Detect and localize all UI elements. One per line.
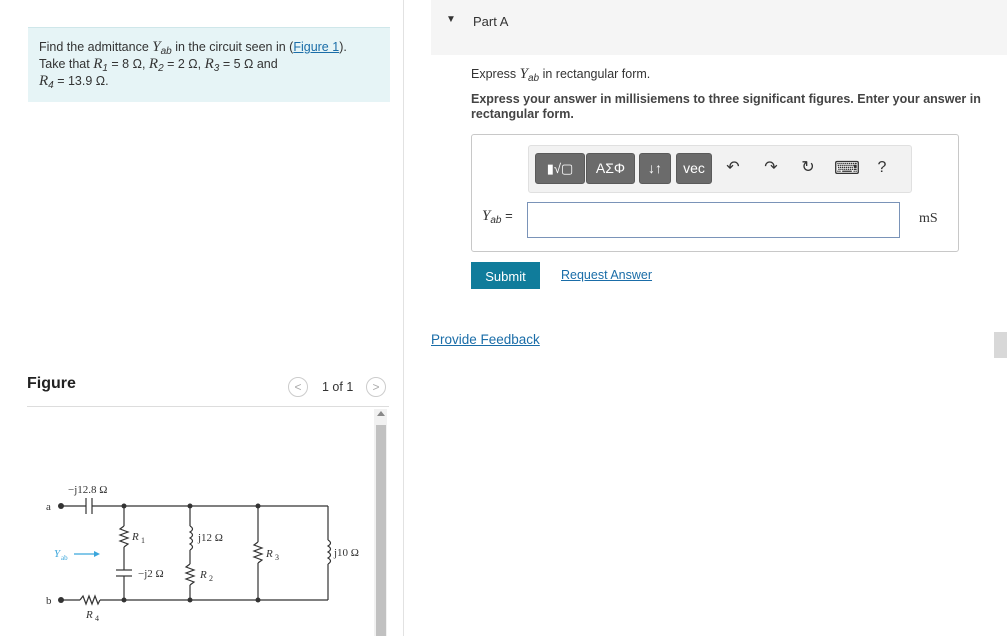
node-a-label: a [46,501,51,513]
instruction-part: in rectangular form. [539,67,651,81]
symbol-ab: ab [160,46,172,57]
problem-statement: Find the admittance Yab in the circuit s… [28,27,390,102]
r4-label: R [85,609,93,621]
greek-symbols-button[interactable]: ΑΣΦ [586,153,635,184]
scroll-up-icon[interactable] [377,411,385,416]
symbol-y: Y [152,39,161,55]
redo-icon[interactable]: ↷ [760,157,782,179]
symbol-ab: ab [527,73,540,84]
r3-label: R [265,548,273,560]
problem-text-part: Take that [39,57,94,71]
circuit-diagram: a b −j12.8 Ω R 1 −j2 Ω j12 Ω R 2 R 3 j10… [46,484,359,623]
problem-text-part: Find the admittance [39,40,153,54]
node-b-label: b [46,595,52,607]
problem-text: Find the admittance Yab in the circuit s… [39,39,384,92]
r2-label: R [199,569,207,581]
part-a-title: Part A [473,14,509,29]
math-toolbar: ▮√▢ ΑΣΦ ↓↑ vec ↶ ↷ ↻ ⌨ ? [528,145,912,193]
ind1-label: j12 Ω [197,532,223,544]
problem-text-part: in the circuit seen in ( [171,40,294,54]
r1-sub-label: 1 [141,536,145,545]
problem-text-part: ). [339,40,347,54]
input-label: Yab = [482,208,513,226]
undo-icon[interactable]: ↶ [722,157,744,179]
request-answer-link[interactable]: Request Answer [561,268,652,282]
symbol-r2: R [148,56,159,72]
vector-button[interactable]: vec [676,153,712,184]
reset-icon[interactable]: ↻ [797,157,819,179]
instruction-part: Express [471,67,520,81]
keyboard-icon[interactable]: ⌨ [834,157,860,179]
figure-link[interactable]: Figure 1 [293,40,339,54]
part-a-header[interactable] [431,0,1007,55]
r3-sub-label: 3 [275,553,279,562]
symbol-y: Y [519,66,528,82]
sub-superscript-button[interactable]: ↓↑ [639,153,671,184]
r4-value: = 13.9 Ω. [53,74,109,88]
unit-label: mS [919,211,938,226]
panel-divider [403,0,404,636]
ind2-label: j10 Ω [333,547,359,559]
side-tab[interactable] [994,332,1007,358]
scrollbar-thumb[interactable] [376,425,386,636]
cap1-label: −j12.8 Ω [68,484,107,496]
symbol-r3: R [204,56,214,72]
cap2-label: −j2 Ω [138,568,164,580]
figure-pager: 1 of 1 [322,380,354,394]
instruction-text: Express Yab in rectangular form. [471,66,650,84]
symbol-r1: R [93,56,103,72]
r1-value: = 8 Ω, [107,57,149,71]
provide-feedback-link[interactable]: Provide Feedback [431,332,540,347]
submit-button[interactable]: Submit [471,262,540,289]
r2-value: = 2 Ω, [163,57,205,71]
answer-input[interactable] [527,202,900,238]
r1-label: R [131,531,139,543]
answer-format-instruction: Express your answer in millisiemens to t… [471,92,981,121]
symbol-ab: ab [490,215,502,226]
prev-figure-button[interactable]: < [288,377,308,397]
template-button[interactable]: ▮√▢ [535,153,585,184]
figure-title: Figure [27,375,76,392]
collapse-arrow-icon[interactable]: ▼ [446,14,456,25]
equals-sign: = [501,208,513,223]
r3-value: = 5 Ω and [219,57,278,71]
help-icon[interactable]: ? [871,157,893,179]
r4-sub-label: 4 [95,614,99,623]
symbol-r4: R [39,73,49,89]
r2-sub-label: 2 [209,574,213,583]
figure-divider [27,406,389,407]
next-figure-button[interactable]: > [366,377,386,397]
yab-sub-label: ab [61,554,68,562]
